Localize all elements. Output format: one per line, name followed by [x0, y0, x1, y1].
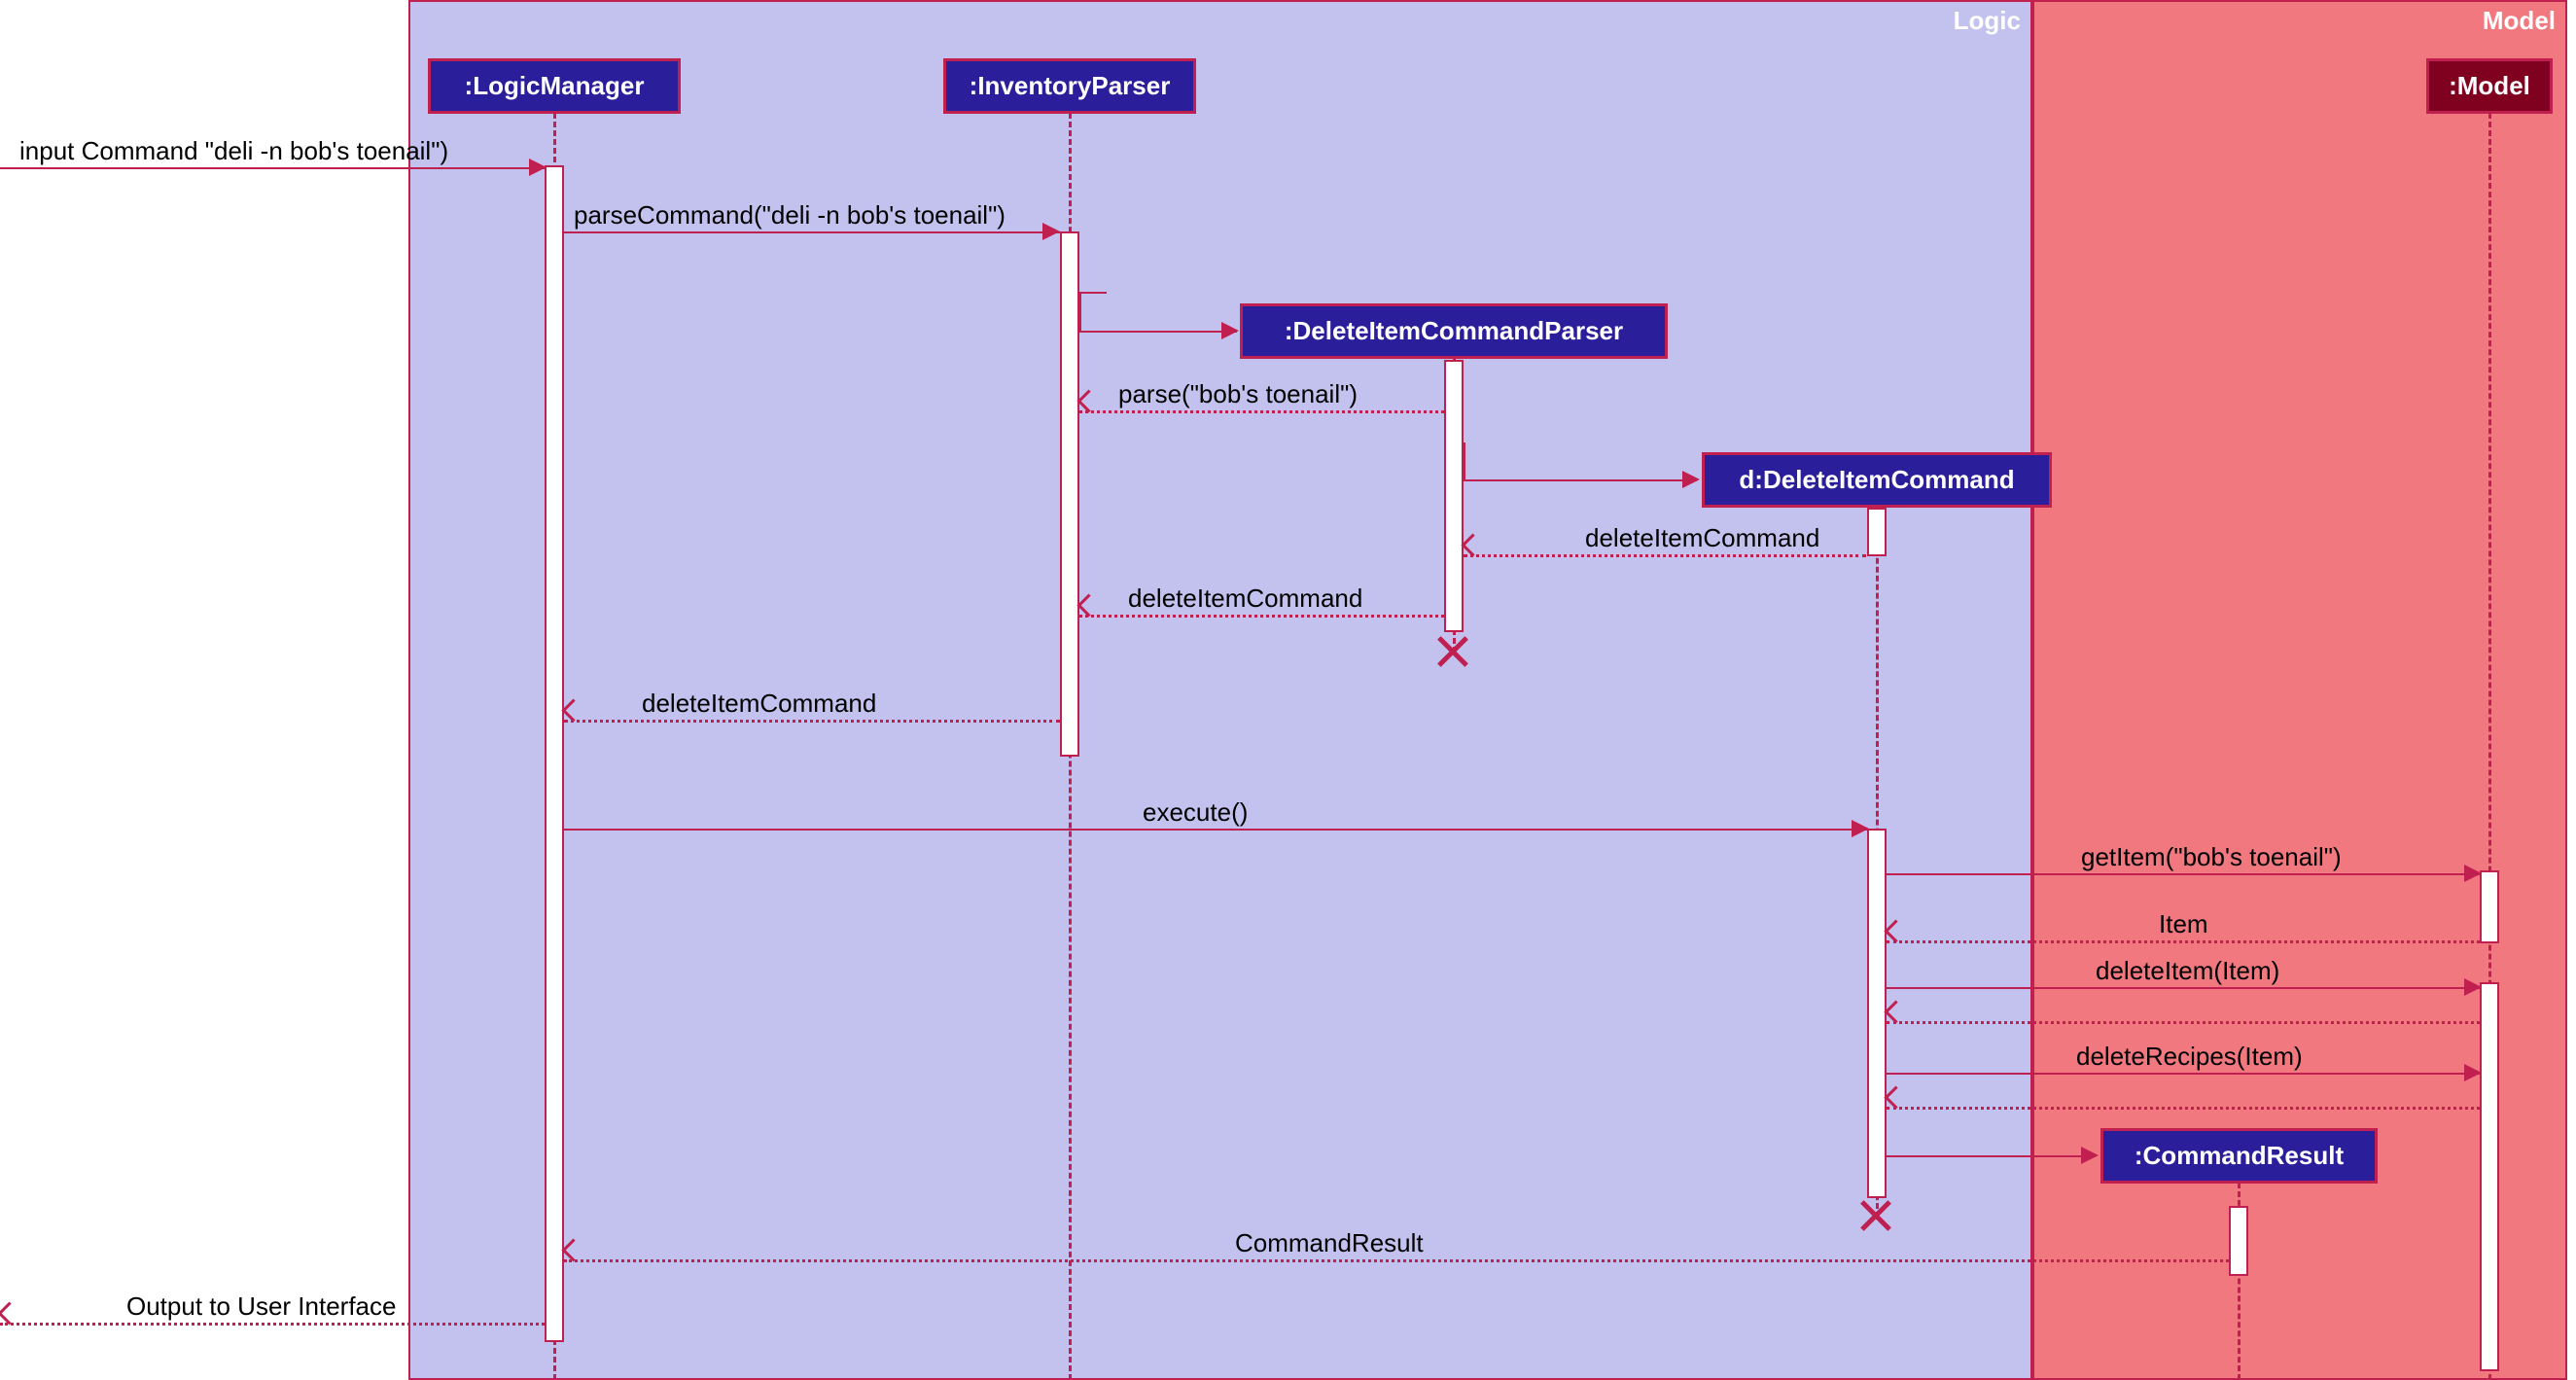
- line-dic3: [564, 720, 1060, 723]
- msg-output: Output to User Interface: [126, 1292, 396, 1322]
- participant-model: :Model: [2426, 58, 2553, 114]
- msg-dic2: deleteItemCommand: [1128, 584, 1362, 614]
- msg-parse-command: parseCommand("deli -n bob's toenail"): [574, 200, 1006, 230]
- arrow-getitem: [2464, 865, 2482, 882]
- line-deleteitem: [1887, 987, 2480, 989]
- activation-logic-manager: [545, 165, 564, 1342]
- frame-model-label: Model: [2483, 6, 2556, 36]
- hook-create-parser: [1079, 292, 1107, 294]
- participant-command-result: :CommandResult: [2100, 1128, 2378, 1184]
- line-deleterecipes: [1887, 1073, 2480, 1075]
- activation-delete-item-cmd-create: [1867, 508, 1887, 556]
- arrow-deleteitem: [2464, 978, 2482, 996]
- destroy-parser: [1435, 634, 1470, 669]
- arrow-deleterecipes: [2464, 1064, 2482, 1081]
- vert-create-parser: [1079, 292, 1081, 333]
- line-execute: [564, 829, 1867, 831]
- line-create-parser: [1079, 331, 1237, 333]
- activation-model-delete: [2480, 982, 2499, 1371]
- participant-inventory-parser: :InventoryParser: [943, 58, 1196, 114]
- msg-parse: parse("bob's toenail"): [1118, 379, 1358, 409]
- activation-model-getitem: [2480, 870, 2499, 943]
- line-dic1: [1464, 554, 1866, 557]
- activation-delete-item-cmd-parser: [1444, 360, 1464, 632]
- line-cmdresult: [564, 1259, 2229, 1262]
- activation-command-result: [2229, 1206, 2248, 1276]
- participant-delete-item-cmd-parser: :DeleteItemCommandParser: [1240, 303, 1668, 359]
- msg-input: input Command "deli -n bob's toenail"): [19, 136, 448, 166]
- arrow-input: [529, 159, 547, 176]
- line-parse-command: [564, 231, 1060, 233]
- msg-item: Item: [2159, 909, 2208, 939]
- vert-create-cmd: [1464, 442, 1465, 481]
- line-create-result: [1887, 1155, 2096, 1157]
- line-output: [0, 1323, 545, 1326]
- line-item: [1887, 940, 2480, 943]
- participant-logic-manager: :LogicManager: [428, 58, 681, 114]
- line-getitem: [1887, 873, 2480, 875]
- arrow-execute: [1852, 820, 1869, 837]
- msg-deleteitem: deleteItem(Item): [2096, 956, 2279, 986]
- activation-delete-item-cmd-exec: [1867, 829, 1887, 1198]
- msg-execute: execute(): [1143, 797, 1248, 828]
- activation-inventory-parser: [1060, 231, 1079, 757]
- line-deleteitem-return: [1887, 1021, 2480, 1024]
- msg-deleterecipes: deleteRecipes(Item): [2076, 1042, 2303, 1072]
- arrow-create-result: [2081, 1147, 2099, 1164]
- arrow-parse-command: [1042, 223, 1060, 240]
- msg-getitem: getItem("bob's toenail"): [2081, 842, 2342, 872]
- frame-logic-label: Logic: [1954, 6, 2021, 36]
- msg-dic1: deleteItemCommand: [1585, 523, 1819, 553]
- line-create-cmd: [1464, 479, 1697, 481]
- arrow-create-parser: [1221, 322, 1239, 339]
- line-parse-return: [1079, 410, 1444, 413]
- line-input: [0, 167, 545, 169]
- participant-delete-item-cmd: d:DeleteItemCommand: [1702, 452, 2052, 508]
- msg-dic3: deleteItemCommand: [642, 689, 876, 719]
- destroy-cmd: [1858, 1198, 1893, 1233]
- arrow-create-cmd: [1682, 471, 1700, 488]
- line-dic2: [1079, 615, 1444, 618]
- msg-cmdresult: CommandResult: [1235, 1228, 1424, 1258]
- line-deleterecipes-return: [1887, 1107, 2480, 1110]
